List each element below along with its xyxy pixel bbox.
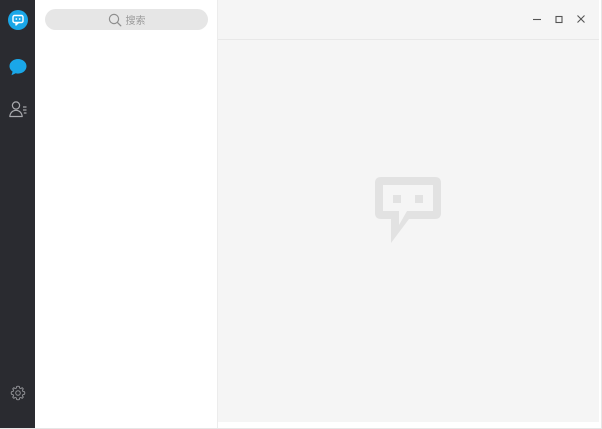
nav-chats[interactable] <box>0 53 35 81</box>
close-icon <box>577 15 585 23</box>
chat-bubble-placeholder-icon <box>375 177 441 243</box>
empty-state <box>373 175 443 247</box>
title-bar <box>218 0 599 40</box>
app-logo[interactable] <box>0 6 35 34</box>
chat-main-area <box>218 0 599 422</box>
app-window: 搜索 <box>0 0 602 429</box>
close-button[interactable] <box>571 10 591 28</box>
gear-icon <box>10 385 25 401</box>
nav-contacts[interactable] <box>0 95 35 123</box>
nav-settings[interactable] <box>0 379 35 407</box>
minimize-button[interactable] <box>527 10 547 28</box>
chat-bubble-logo-icon <box>7 10 28 30</box>
maximize-button[interactable] <box>549 10 569 28</box>
search-placeholder: 搜索 <box>125 16 146 27</box>
search-input[interactable]: 搜索 <box>45 9 208 30</box>
search-icon <box>108 13 122 27</box>
maximize-icon <box>555 15 563 24</box>
contacts-icon <box>8 101 26 118</box>
minimize-icon <box>533 18 541 21</box>
nav-rail <box>0 0 35 428</box>
chat-bubble-icon <box>9 59 26 76</box>
conversation-list-panel: 搜索 <box>35 0 218 428</box>
